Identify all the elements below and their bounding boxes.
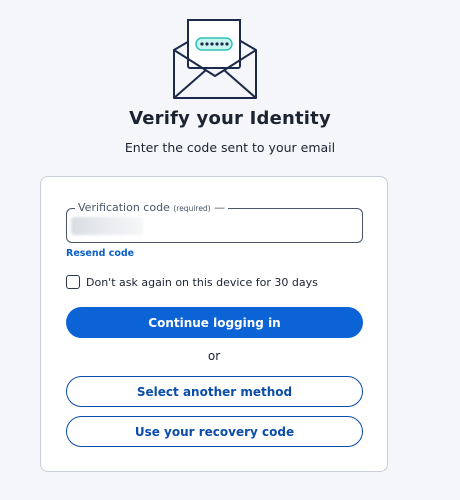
verification-code-field[interactable]: Verification code (required) — xyxy=(66,201,363,243)
envelope-code-icon xyxy=(173,19,257,99)
resend-code-link[interactable]: Resend code xyxy=(66,248,134,259)
page-title: Verify your Identity xyxy=(129,108,331,129)
remember-device-row[interactable]: Don't ask again on this device for 30 da… xyxy=(66,275,318,289)
verification-card: Verification code (required) — Resend co… xyxy=(40,176,388,472)
redacted-code-value xyxy=(71,217,143,235)
legend-trailing-line: — xyxy=(214,201,226,214)
page-subtitle: Enter the code sent to your email xyxy=(124,140,336,155)
remember-device-label[interactable]: Don't ask again on this device for 30 da… xyxy=(86,276,318,289)
verify-identity-page: Verify your Identity Enter the code sent… xyxy=(0,0,460,500)
required-hint: (required) xyxy=(173,204,211,213)
verification-code-label-text: Verification code xyxy=(78,201,170,214)
remember-device-checkbox[interactable] xyxy=(66,275,80,289)
use-recovery-code-button[interactable]: Use your recovery code xyxy=(66,416,363,447)
continue-logging-in-button[interactable]: Continue logging in xyxy=(66,307,363,338)
or-divider: or xyxy=(207,349,221,363)
select-another-method-button[interactable]: Select another method xyxy=(66,376,363,407)
verification-code-label: Verification code (required) — xyxy=(75,201,229,216)
